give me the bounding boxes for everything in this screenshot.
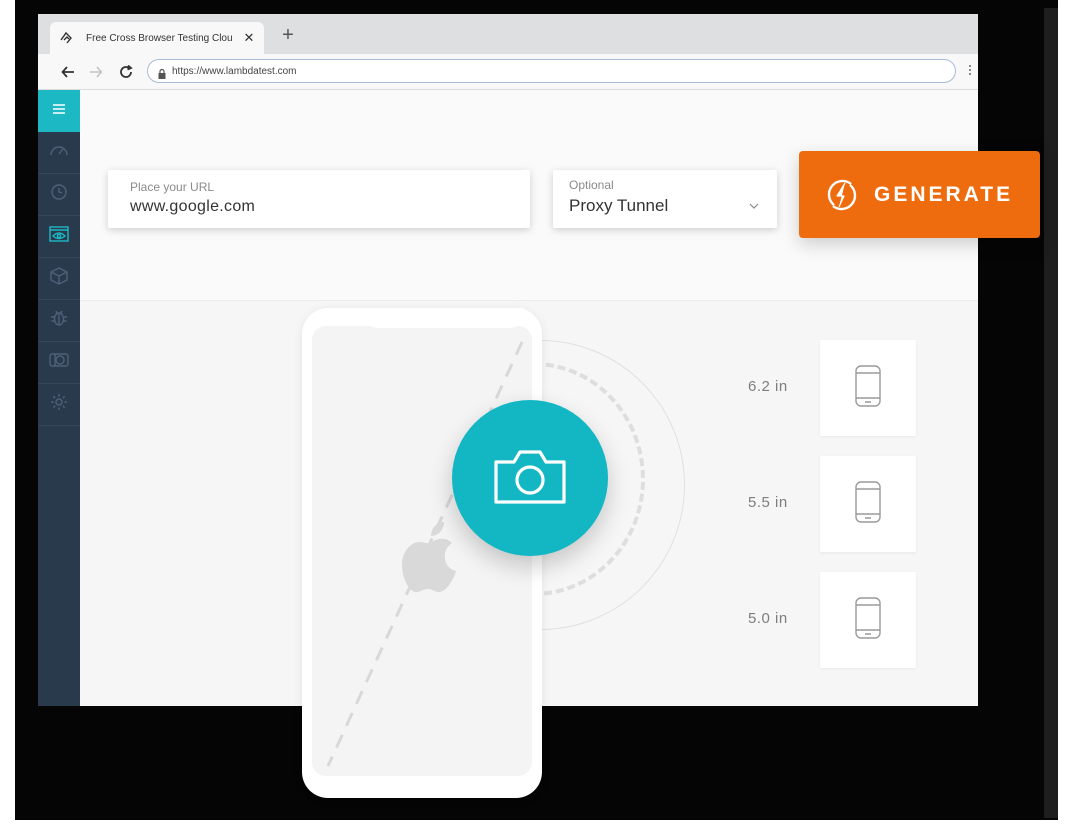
backdrop-edge [1044, 8, 1058, 818]
proxy-field-value: Proxy Tunnel [569, 196, 669, 215]
capture-screenshot-button[interactable] [452, 400, 608, 556]
sidebar-item-history[interactable] [38, 174, 80, 216]
more-options-icon[interactable] [968, 64, 972, 76]
gear-icon [50, 393, 68, 416]
phone-notch [364, 308, 524, 328]
sidebar-item-screenshot[interactable] [38, 216, 80, 258]
device-card[interactable] [820, 572, 916, 668]
generate-button[interactable]: GENERATE [799, 151, 1040, 238]
device-row[interactable]: 5.5 in [740, 456, 916, 552]
url-field-label: Place your URL [130, 180, 215, 194]
url-text: https://www.lambdatest.com [172, 65, 297, 77]
phone-mockup [302, 308, 542, 798]
lambdatest-logo-icon [58, 30, 74, 46]
device-card[interactable] [820, 340, 916, 436]
device-size-label: 6.2 in [748, 378, 788, 395]
back-arrow-icon[interactable] [58, 62, 78, 82]
smartphone-icon [855, 364, 881, 412]
speedometer-icon [49, 142, 69, 163]
device-card[interactable] [820, 456, 916, 552]
device-size-label: 5.5 in [748, 494, 788, 511]
apple-logo-icon [400, 516, 464, 596]
sidebar-item-box[interactable] [38, 258, 80, 300]
phone-screen [312, 326, 532, 776]
sidebar-menu-button[interactable] [38, 90, 80, 132]
sidebar-item-compare[interactable] [38, 342, 80, 384]
reload-icon[interactable] [116, 62, 136, 82]
tab-title: Free Cross Browser Testing Clou [86, 32, 233, 44]
new-tab-button[interactable]: + [278, 24, 298, 46]
smartphone-icon [855, 596, 881, 644]
lightning-bolt-icon [824, 177, 860, 213]
browser-tab[interactable]: Free Cross Browser Testing Clou ✕ [50, 22, 264, 54]
sidebar [38, 90, 80, 706]
generate-label: GENERATE [874, 182, 1014, 206]
device-row[interactable]: 5.0 in [740, 572, 916, 668]
proxy-field-label: Optional [569, 178, 614, 192]
compare-icon [49, 353, 69, 372]
chevron-down-icon[interactable] [749, 196, 759, 209]
proxy-tunnel-select[interactable]: Optional Proxy Tunnel [553, 170, 777, 228]
bug-icon [50, 309, 68, 332]
url-field-value[interactable]: www.google.com [130, 198, 508, 216]
sidebar-item-bugs[interactable] [38, 300, 80, 342]
tab-close-icon[interactable]: ✕ [242, 30, 256, 46]
device-row[interactable]: 6.2 in [740, 340, 916, 436]
screenshot-eye-icon [49, 226, 69, 247]
smartphone-icon [855, 480, 881, 528]
tab-strip: Free Cross Browser Testing Clou ✕ + [38, 14, 978, 54]
box-icon [50, 267, 68, 290]
history-clock-icon [50, 183, 68, 206]
device-size-label: 5.0 in [748, 610, 788, 627]
sidebar-item-settings[interactable] [38, 384, 80, 426]
url-input-field[interactable]: Place your URL www.google.com [108, 170, 530, 228]
menu-icon [52, 102, 66, 120]
url-omnibox[interactable]: https://www.lambdatest.com [147, 59, 956, 83]
sidebar-item-dashboard[interactable] [38, 132, 80, 174]
address-bar: https://www.lambdatest.com [38, 54, 978, 90]
camera-icon [494, 448, 566, 509]
lock-icon [158, 66, 166, 79]
forward-arrow-icon[interactable] [86, 62, 106, 82]
